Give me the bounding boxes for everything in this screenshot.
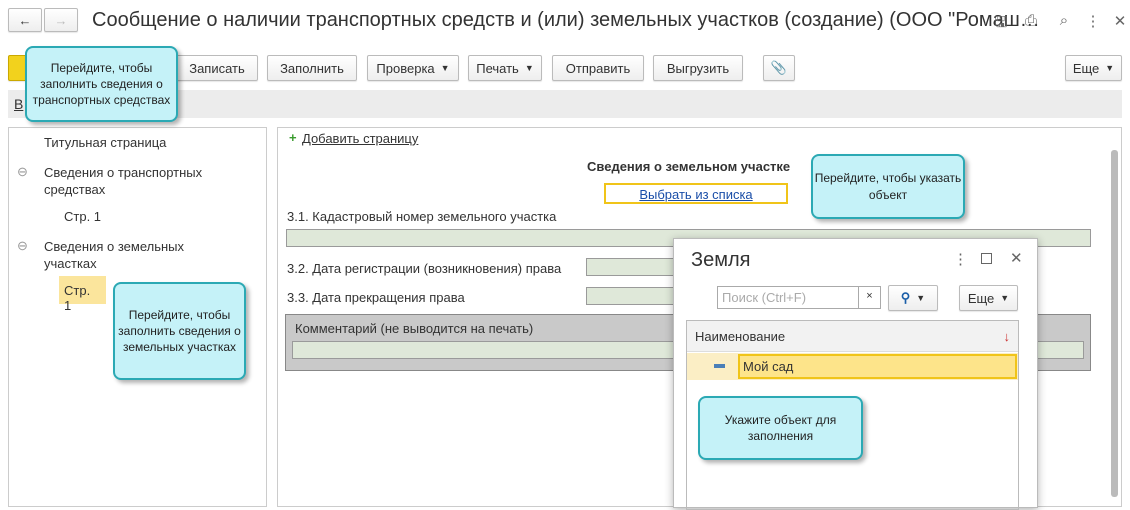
tooltip-object: Укажите объект для заполнения [698, 396, 863, 460]
row-name-cell[interactable]: Мой сад [738, 354, 1017, 379]
arrow-left-icon: ← [18, 12, 32, 28]
plus-icon: + [289, 130, 297, 145]
tree-item-title-page[interactable]: Титульная страница [44, 135, 166, 150]
chevron-down-icon: ▼ [1000, 293, 1010, 303]
sort-arrow-icon: ↓ [1003, 329, 1011, 344]
export-button[interactable]: Выгрузить [653, 55, 743, 81]
send-button[interactable]: Отправить [552, 55, 644, 81]
paperclip-icon: 📎 [770, 60, 788, 75]
attachment-button[interactable]: 📎 [763, 55, 795, 81]
item-icon [714, 364, 725, 368]
preview-icon[interactable]: ⌕ [1055, 12, 1073, 30]
dialog-more-button[interactable]: Еще ▼ [959, 285, 1018, 311]
search-button[interactable]: ⚲ ▼ [888, 285, 938, 311]
tree-item-land[interactable]: Сведения о земельных участках [44, 238, 204, 272]
clear-icon[interactable]: × [858, 287, 880, 308]
forward-button[interactable]: → [44, 8, 78, 32]
tree-item-vehicles[interactable]: Сведения о транспортных средствах [44, 164, 224, 198]
tree-item-vehicles-page[interactable]: Стр. 1 [64, 209, 101, 224]
more-button[interactable]: Еще ▼ [1065, 55, 1122, 81]
section-title: Сведения о земельном участке [587, 159, 791, 174]
back-button[interactable]: ← [8, 8, 42, 32]
close-icon[interactable]: ✕ [1010, 249, 1023, 267]
add-page-link[interactable]: Добавить страницу [302, 131, 418, 146]
search-icon: ⚲ [900, 290, 911, 305]
more-vertical-icon[interactable]: ⋮ [953, 250, 968, 268]
dialog-title: Земля [691, 249, 751, 271]
scrollbar[interactable] [1111, 150, 1118, 497]
save-button[interactable]: Записать [176, 55, 258, 81]
comment-label: Комментарий (не выводится на печать) [295, 321, 534, 336]
chevron-down-icon: ▼ [1105, 63, 1115, 73]
maximize-icon[interactable] [981, 253, 992, 264]
end-date-input[interactable] [586, 287, 686, 305]
cadastral-label: 3.1. Кадастровый номер земельного участк… [287, 209, 557, 224]
print-icon[interactable]: ⎙ [1022, 12, 1040, 30]
reg-date-label: 3.2. Дата регистрации (возникновения) пр… [287, 261, 562, 276]
tooltip-choose: Перейдите, чтобы указать объект [811, 154, 965, 219]
save-icon[interactable]: 🖫 [992, 12, 1010, 31]
column-name: Наименование [695, 329, 786, 344]
page-title: Сообщение о наличии транспортных средств… [92, 9, 1040, 31]
chevron-down-icon: ▼ [440, 63, 450, 73]
end-date-label: 3.3. Дата прекращения права [287, 290, 465, 305]
choose-from-list-link[interactable]: Выбрать из списка [639, 187, 752, 202]
arrow-right-icon: → [54, 12, 68, 28]
label: Проверка [376, 60, 435, 76]
label: Еще [1072, 60, 1100, 76]
tooltip-vehicles: Перейдите, чтобы заполнить сведения о тр… [25, 46, 178, 122]
tooltip-land: Перейдите, чтобы заполнить сведения о зе… [113, 282, 246, 380]
choose-from-list-link-box[interactable]: Выбрать из списка [604, 183, 788, 204]
search-field[interactable]: Поиск (Ctrl+F) × [717, 286, 881, 309]
chevron-down-icon: ▼ [916, 293, 926, 303]
more-vertical-icon[interactable]: ⋮ [1084, 12, 1102, 30]
label: Еще [967, 290, 995, 306]
label: Печать [476, 60, 519, 76]
reg-date-input[interactable] [586, 258, 686, 276]
tree-item-land-page[interactable]: Стр. 1 [59, 276, 106, 313]
close-icon[interactable]: ✕ [1111, 12, 1129, 30]
chevron-down-icon: ▼ [524, 63, 534, 73]
check-button[interactable]: Проверка ▼ [367, 55, 459, 81]
collapse-icon[interactable]: ⊖ [17, 238, 28, 254]
collapse-icon[interactable]: ⊖ [17, 164, 28, 180]
column-header[interactable]: Наименование ↓ [687, 321, 1018, 352]
subbar-link[interactable]: В [14, 96, 23, 112]
search-input[interactable]: Поиск (Ctrl+F) [718, 287, 858, 308]
print-button[interactable]: Печать ▼ [468, 55, 542, 81]
fill-button[interactable]: Заполнить [267, 55, 357, 81]
